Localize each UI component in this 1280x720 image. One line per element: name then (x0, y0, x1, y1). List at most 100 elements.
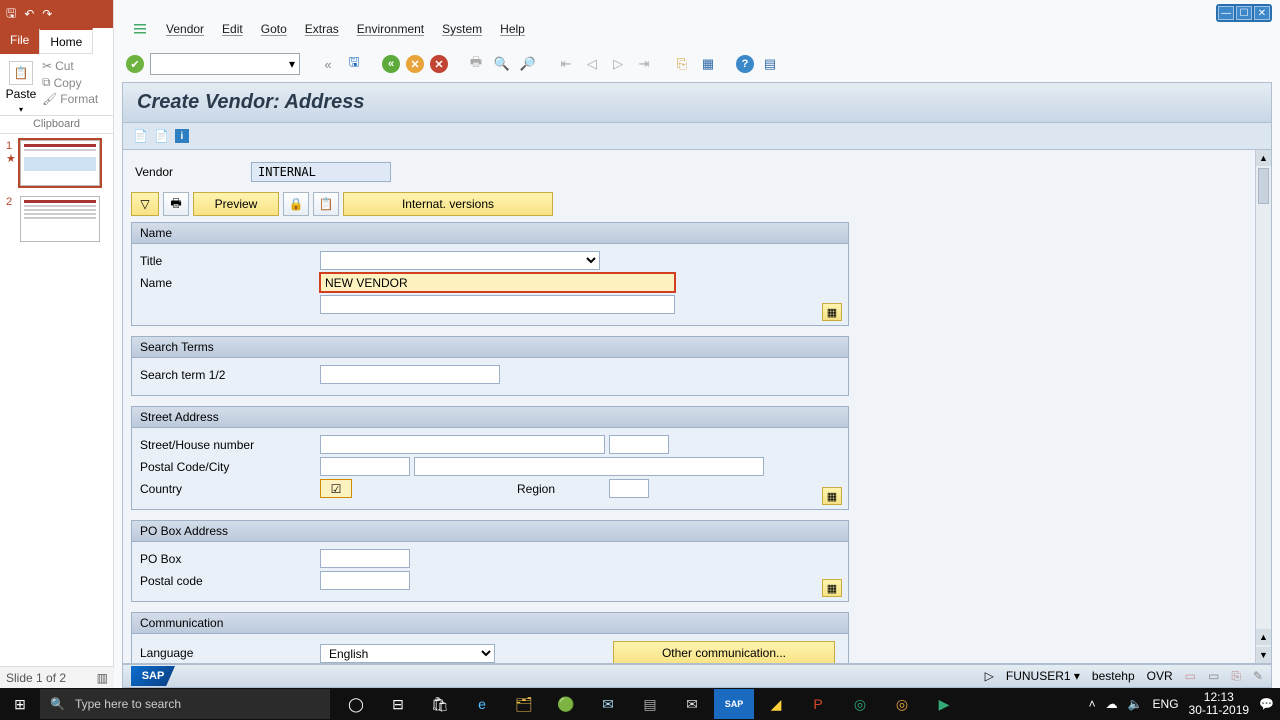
first-page-icon[interactable]: ⇤ (556, 54, 576, 74)
name2-input[interactable] (320, 295, 675, 314)
format-painter-button[interactable]: 🖌 Format (42, 91, 98, 107)
menu-goto[interactable]: Goto (261, 22, 287, 36)
save-icon[interactable]: 🖫 (344, 54, 364, 74)
menu-edit[interactable]: Edit (222, 22, 243, 36)
slide-thumb-2[interactable] (20, 196, 100, 242)
app-icon-5[interactable]: ◎ (882, 689, 922, 719)
edge-icon[interactable]: e (462, 689, 502, 719)
scrollbar[interactable]: ▲ ▲ ▼ (1255, 150, 1271, 663)
expand-street-icon[interactable]: ▦ (822, 487, 842, 505)
close-icon[interactable]: ✕ (1254, 6, 1270, 20)
ppt-qat: 🖫 ↶ ↷ (0, 0, 113, 28)
pobox-input[interactable] (320, 549, 410, 568)
info-icon[interactable]: i (175, 129, 189, 143)
tab-file[interactable]: File (0, 28, 39, 54)
enter-icon[interactable]: ✔ (126, 55, 144, 73)
paste-button[interactable]: 📋 Paste ▾ (4, 58, 38, 115)
expand-pobox-icon[interactable]: ▦ (822, 579, 842, 597)
cortana-icon[interactable]: ◯ (336, 689, 376, 719)
cut-button[interactable]: ✂ Cut (42, 58, 98, 74)
network-icon[interactable]: 🔈 (1128, 697, 1143, 711)
app-icon-6[interactable]: ▶ (924, 689, 964, 719)
language-select[interactable]: English (320, 644, 495, 663)
print-icon[interactable]: 🖶 (466, 54, 486, 74)
save-icon[interactable]: 🖫 (6, 4, 16, 25)
lock-icon[interactable]: 🔒 (283, 192, 309, 216)
clock[interactable]: 12:1330-11-2019 (1189, 691, 1250, 717)
copy-button[interactable]: ⧉ Copy (42, 74, 98, 91)
redo-icon[interactable]: ↷ (42, 7, 52, 21)
layout-icon[interactable]: ▤ (760, 54, 780, 74)
intl-versions-button[interactable]: Internat. versions (343, 192, 553, 216)
shortcut-icon[interactable]: ▦ (698, 54, 718, 74)
menu-vendor[interactable]: Vendor (166, 22, 204, 36)
slide-thumb-1[interactable] (20, 140, 100, 186)
next-page-icon[interactable]: ▷ (608, 54, 628, 74)
street-input[interactable] (320, 435, 605, 454)
cancel-circle-icon[interactable]: ✕ (430, 55, 448, 73)
status-icon-1[interactable]: ▭ (1185, 669, 1196, 683)
mail-icon[interactable]: ✉ (588, 689, 628, 719)
prev-page-icon[interactable]: ◁ (582, 54, 602, 74)
status-play-icon[interactable]: ▷ (985, 669, 994, 683)
store-icon[interactable]: 🛍 (420, 689, 460, 719)
menu-extras[interactable]: Extras (305, 22, 339, 36)
panel-name-header: Name (132, 223, 848, 244)
expand-name-icon[interactable]: ▦ (822, 303, 842, 321)
last-page-icon[interactable]: ⇥ (634, 54, 654, 74)
print-preview-icon[interactable]: 🖶 (163, 192, 189, 216)
name-input[interactable] (320, 273, 675, 292)
expand-button[interactable]: ▽ (131, 192, 159, 216)
panel-comm-header: Communication (132, 613, 848, 634)
taskview-icon[interactable]: ⊟ (378, 689, 418, 719)
undo-icon[interactable]: ↶ (24, 7, 34, 21)
taskbar-search[interactable]: 🔍 Type here to search (40, 689, 330, 719)
house-input[interactable] (609, 435, 669, 454)
searchterm-input[interactable] (320, 365, 500, 384)
notifications-icon[interactable]: 💬 (1259, 697, 1274, 711)
app-icon-1[interactable]: ▤ (630, 689, 670, 719)
lang-indicator[interactable]: ENG (1153, 697, 1179, 711)
nav-next-icon[interactable]: 📄 (154, 129, 169, 143)
explorer-icon[interactable]: 🗂 (504, 689, 544, 719)
city-input[interactable] (414, 457, 764, 476)
menu-help[interactable]: Help (500, 22, 525, 36)
find-next-icon[interactable]: 🔎 (518, 54, 538, 74)
tab-home[interactable]: Home (39, 28, 93, 54)
country-input[interactable]: ☑ (320, 479, 352, 498)
menu-system[interactable]: System (442, 22, 482, 36)
title-select[interactable] (320, 251, 600, 270)
other-comm-button[interactable]: Other communication... (613, 641, 835, 664)
status-icon-2[interactable]: ▭ (1208, 669, 1219, 683)
nav-prev-icon[interactable]: 📄 (133, 129, 148, 143)
sap-menu-icon[interactable] (132, 21, 148, 37)
status-icon-3[interactable]: ⎘ (1231, 669, 1241, 684)
exit-circle-icon[interactable]: ✕ (406, 55, 424, 73)
maximize-icon[interactable]: ☐ (1236, 6, 1252, 20)
app-icon-4[interactable]: ◎ (840, 689, 880, 719)
doc-icon[interactable]: 📋 (313, 192, 339, 216)
app-toolbar: 📄 📄 i (122, 123, 1272, 150)
tray-expand-icon[interactable]: ˄ (1089, 697, 1096, 711)
menu-environment[interactable]: Environment (357, 22, 424, 36)
back-icon[interactable]: « (318, 54, 338, 74)
sap-taskbar-icon[interactable]: SAP (714, 689, 754, 719)
status-icon-4[interactable]: ✎ (1253, 669, 1263, 683)
region-label: Region (517, 482, 609, 496)
back-circle-icon[interactable]: « (382, 55, 400, 73)
app-icon-2[interactable]: ✉ (672, 689, 712, 719)
region-input[interactable] (609, 479, 649, 498)
onedrive-icon[interactable]: ☁ (1106, 697, 1118, 711)
help-icon[interactable]: ? (736, 55, 754, 73)
new-session-icon[interactable]: ⎘ (672, 54, 692, 74)
powerpoint-icon[interactable]: P (798, 689, 838, 719)
preview-button[interactable]: Preview (193, 192, 279, 216)
minimize-icon[interactable]: — (1218, 6, 1234, 20)
app-icon-3[interactable]: ◢ (756, 689, 796, 719)
postal-input[interactable] (320, 457, 410, 476)
popostal-input[interactable] (320, 571, 410, 590)
find-icon[interactable]: 🔍 (492, 54, 512, 74)
start-button[interactable]: ⊞ (0, 696, 40, 713)
chrome-icon[interactable]: 🟢 (546, 689, 586, 719)
command-field[interactable]: ▾ (150, 53, 300, 75)
